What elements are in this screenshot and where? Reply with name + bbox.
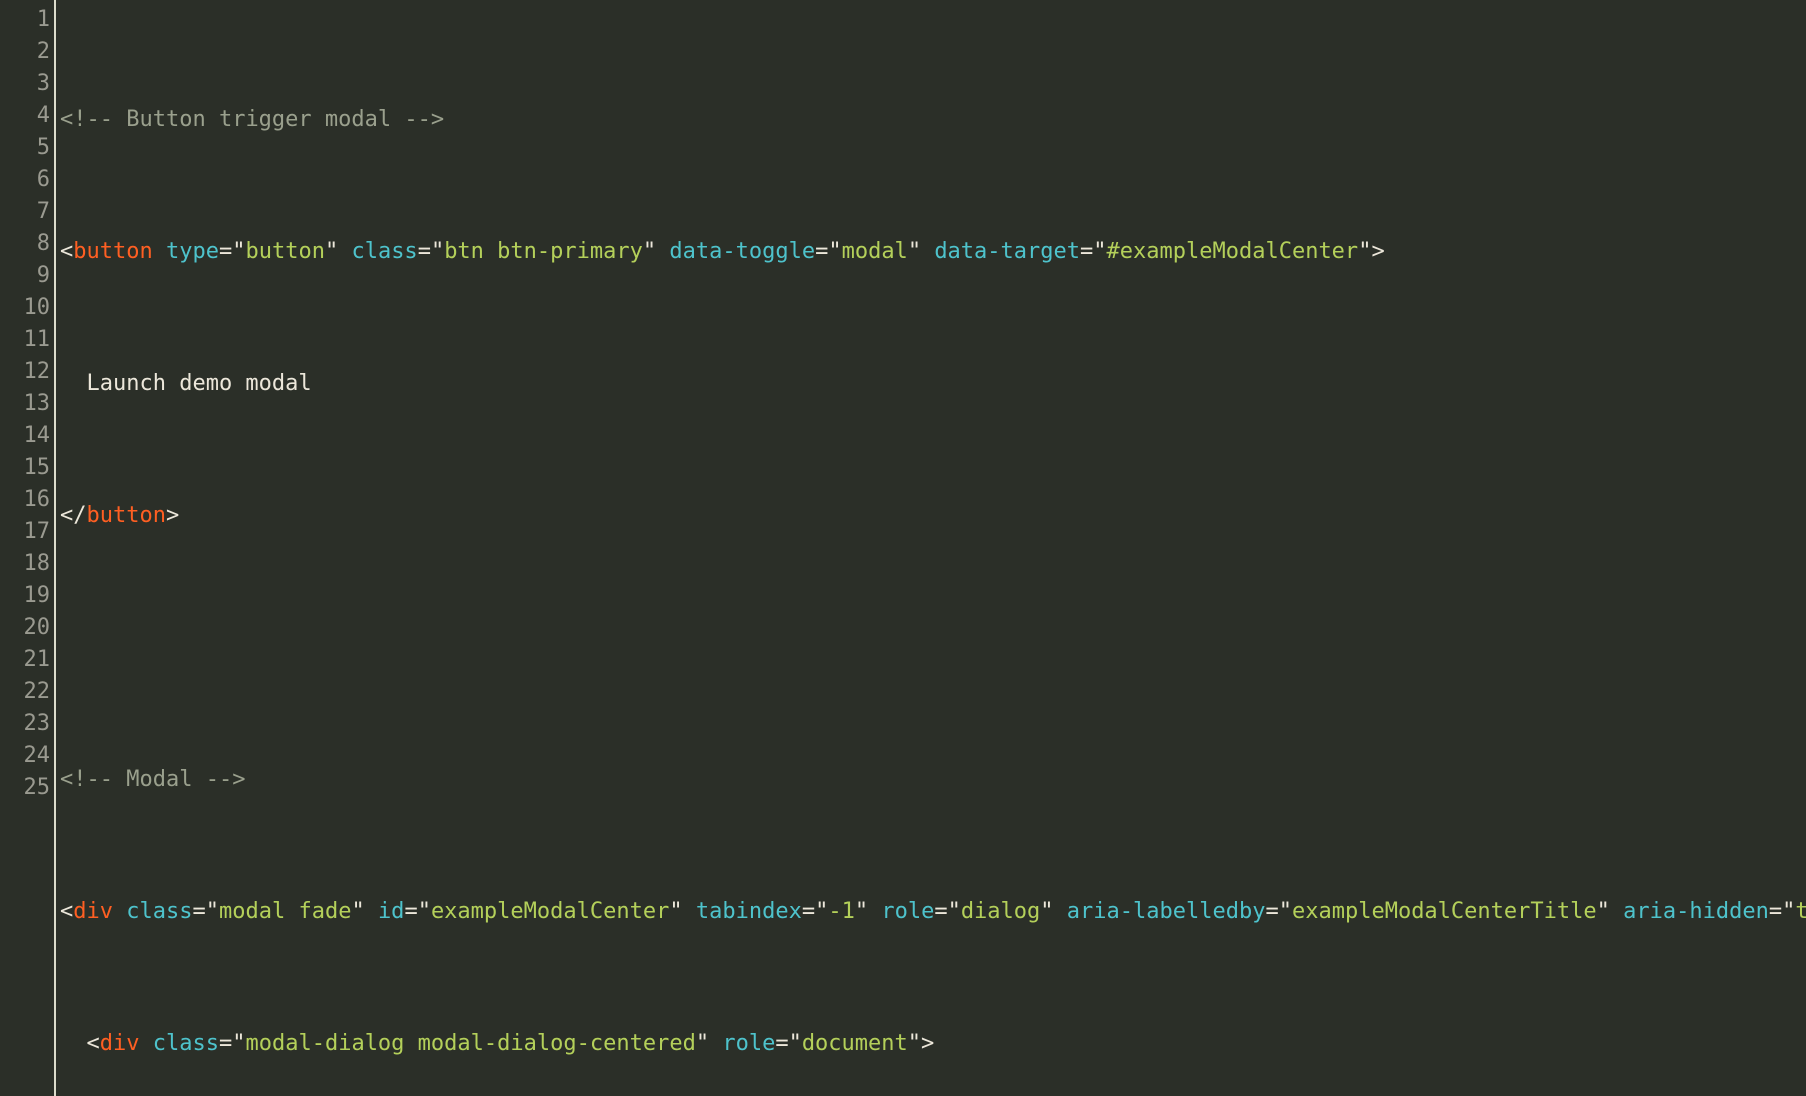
code-line: <!-- Modal --> — [60, 764, 1806, 796]
line-number: 8 — [0, 228, 50, 260]
line-number: 6 — [0, 164, 50, 196]
line-number-gutter: 1234567891011121314151617181920212223242… — [0, 0, 56, 1096]
line-number: 16 — [0, 484, 50, 516]
line-number: 4 — [0, 100, 50, 132]
code-line: <button type="button" class="btn btn-pri… — [60, 236, 1806, 268]
comment-token: <!-- Modal --> — [60, 767, 245, 792]
line-number: 22 — [0, 676, 50, 708]
line-number: 5 — [0, 132, 50, 164]
code-line: </button> — [60, 500, 1806, 532]
line-number: 25 — [0, 772, 50, 804]
code-area[interactable]: <!-- Button trigger modal --> <button ty… — [56, 0, 1806, 1096]
line-number: 21 — [0, 644, 50, 676]
line-number: 3 — [0, 68, 50, 100]
line-number: 20 — [0, 612, 50, 644]
line-number: 1 — [0, 4, 50, 36]
line-number: 2 — [0, 36, 50, 68]
comment-token: <!-- Button trigger modal --> — [60, 107, 444, 132]
line-number: 12 — [0, 356, 50, 388]
line-number: 18 — [0, 548, 50, 580]
code-line: <div class="modal fade" id="exampleModal… — [60, 896, 1806, 928]
code-editor[interactable]: 1234567891011121314151617181920212223242… — [0, 0, 1806, 1096]
code-line — [60, 632, 1806, 664]
line-number: 14 — [0, 420, 50, 452]
line-number: 23 — [0, 708, 50, 740]
line-number: 17 — [0, 516, 50, 548]
line-number: 24 — [0, 740, 50, 772]
line-number: 13 — [0, 388, 50, 420]
line-number: 19 — [0, 580, 50, 612]
code-line: Launch demo modal — [60, 368, 1806, 400]
line-number: 7 — [0, 196, 50, 228]
code-line: <!-- Button trigger modal --> — [60, 104, 1806, 136]
code-line: <div class="modal-dialog modal-dialog-ce… — [60, 1028, 1806, 1060]
line-number: 11 — [0, 324, 50, 356]
line-number: 15 — [0, 452, 50, 484]
line-number: 10 — [0, 292, 50, 324]
line-number: 9 — [0, 260, 50, 292]
